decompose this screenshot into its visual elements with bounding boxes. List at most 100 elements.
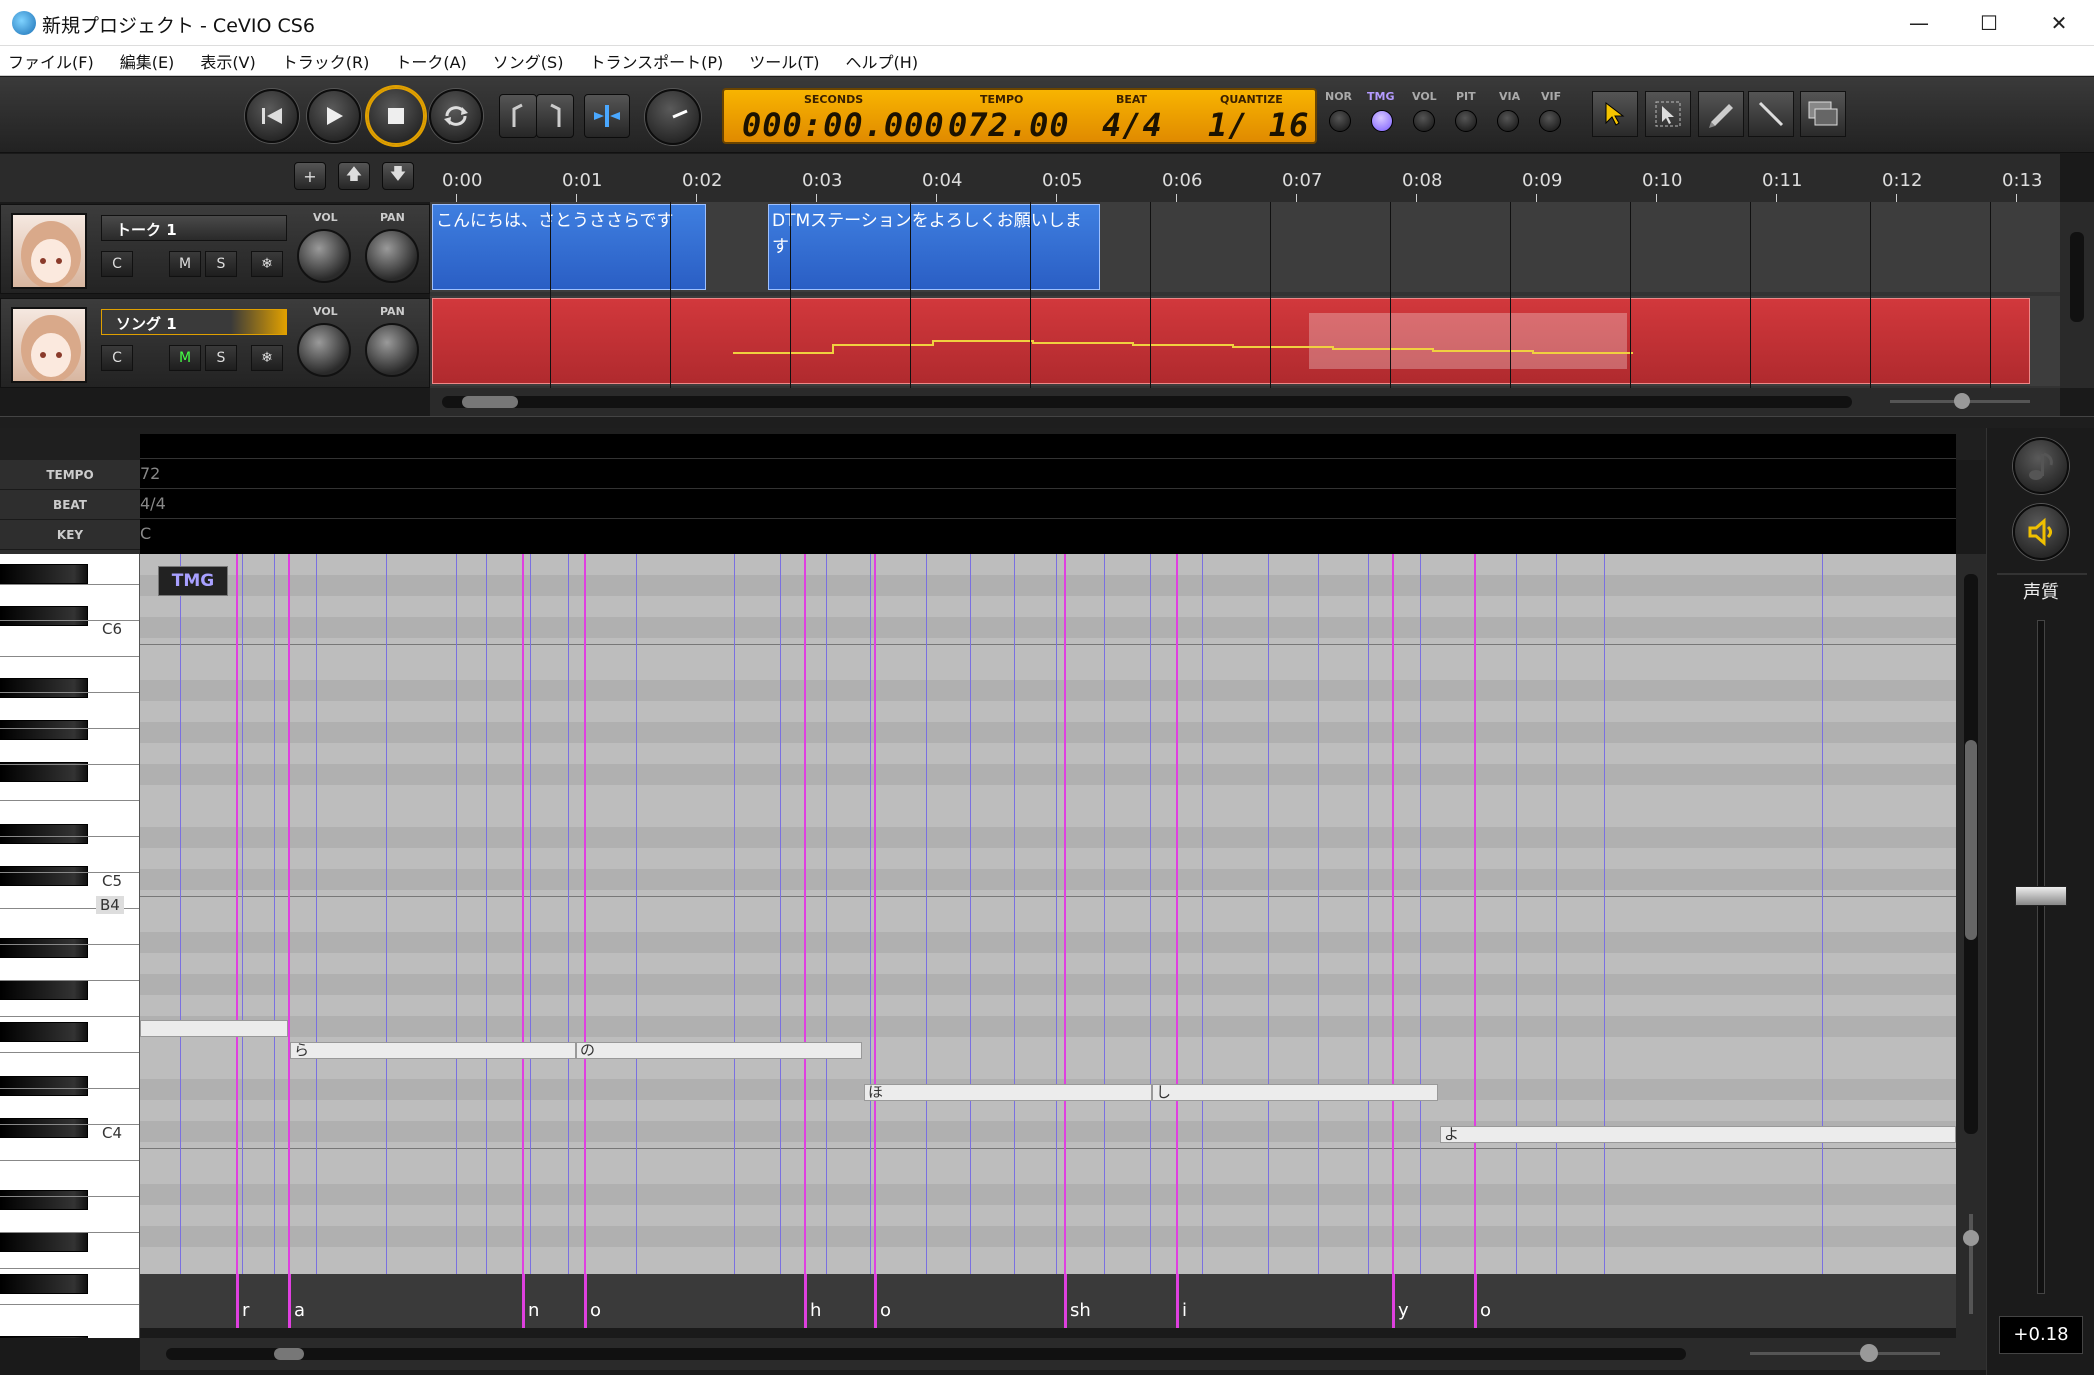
timing-boundary-line[interactable] [236, 554, 238, 1274]
phoneme-boundary[interactable] [1176, 1274, 1179, 1328]
phoneme-boundary[interactable] [522, 1274, 525, 1328]
beat-value[interactable]: 4/4 [1102, 106, 1163, 144]
piano-keyboard[interactable] [0, 554, 140, 1338]
freeze-button[interactable]: ❄ [251, 345, 283, 371]
volume-knob[interactable] [297, 323, 351, 377]
mode-tmg-button[interactable] [1371, 110, 1393, 132]
minimize-button[interactable]: — [1884, 0, 1954, 46]
song-lane[interactable] [430, 296, 2060, 386]
volume-knob[interactable] [297, 229, 351, 283]
loop-end-button[interactable] [536, 94, 574, 138]
phoneme-boundary[interactable] [874, 1274, 877, 1328]
phoneme[interactable]: n [528, 1300, 539, 1321]
timeline-horizontal-scrollbar[interactable] [430, 388, 2060, 416]
loop-start-button[interactable] [499, 94, 537, 138]
master-volume-knob[interactable] [645, 89, 701, 145]
phoneme-boundary[interactable] [1474, 1274, 1477, 1328]
phoneme-boundary[interactable] [236, 1274, 239, 1328]
note[interactable]: ほ [864, 1084, 1152, 1101]
phoneme[interactable]: h [810, 1300, 821, 1321]
loop-button[interactable] [429, 89, 483, 143]
timing-boundary-line[interactable] [1392, 554, 1394, 1274]
piano-black-key[interactable] [0, 606, 88, 626]
piano-black-key[interactable] [0, 938, 88, 958]
note[interactable]: し [1152, 1084, 1438, 1101]
track-vertical-scrollbar[interactable] [2060, 202, 2094, 388]
phoneme[interactable]: o [1480, 1300, 1491, 1321]
phoneme[interactable]: o [880, 1300, 891, 1321]
piano-black-key[interactable] [0, 1118, 88, 1138]
phoneme-boundary[interactable] [1064, 1274, 1067, 1328]
piano-black-key[interactable] [0, 1336, 88, 1338]
close-button[interactable]: ✕ [2024, 0, 2094, 46]
horizontal-zoom-thumb[interactable] [1860, 1344, 1878, 1362]
phoneme-boundary[interactable] [1392, 1274, 1395, 1328]
quantize-value[interactable]: 1/ 16 [1208, 106, 1309, 144]
piano-black-key[interactable] [0, 824, 88, 844]
phoneme-lane[interactable]: r a n o h o sh i y o [140, 1274, 1956, 1328]
range-select-tool-button[interactable] [1645, 91, 1691, 137]
move-track-down-button[interactable]: 🡇 [382, 162, 414, 190]
pan-knob[interactable] [365, 229, 419, 283]
talk-clip[interactable]: DTMステーションをよろしくお願いします [768, 204, 1100, 290]
timing-boundary-line[interactable] [874, 554, 876, 1274]
rewind-button[interactable] [245, 89, 299, 143]
track-name[interactable]: ソング 1 [101, 309, 287, 335]
zoom-slider-thumb[interactable] [1954, 393, 1970, 409]
note[interactable]: よ [1440, 1126, 1956, 1143]
track-c-button[interactable]: C [101, 251, 133, 277]
pencil-tool-button[interactable] [1698, 91, 1744, 137]
timeline-ruler[interactable]: 0:00 0:01 0:02 0:03 0:04 0:05 0:06 0:07 0:08 0:09… [430, 154, 2060, 202]
mode-nor-button[interactable] [1329, 110, 1351, 132]
mute-button[interactable]: M [169, 345, 201, 371]
scroll-thumb[interactable] [274, 1348, 304, 1360]
seconds-value[interactable]: 000:00.000 [742, 106, 945, 144]
track-name[interactable]: トーク 1 [101, 215, 287, 241]
menu-song[interactable]: ソング(S) [493, 49, 564, 73]
track-c-button[interactable]: C [101, 345, 133, 371]
note[interactable] [140, 1020, 288, 1037]
panel-splitter[interactable] [0, 416, 2094, 428]
talk-clip[interactable]: こんにちは、さとうささらです [432, 204, 706, 290]
phoneme[interactable]: a [294, 1300, 305, 1321]
maximize-button[interactable]: ☐ [1954, 0, 2024, 46]
mute-button[interactable]: M [169, 251, 201, 277]
phoneme-boundary[interactable] [288, 1274, 291, 1328]
phoneme[interactable]: y [1398, 1300, 1409, 1321]
note-toggle-button[interactable] [2013, 438, 2069, 494]
track-header-talk1[interactable]: トーク 1 C M S ❄ VOL PAN [0, 204, 430, 294]
note[interactable]: の [576, 1042, 862, 1059]
stop-button[interactable] [367, 87, 425, 145]
piano-roll-horizontal-scrollbar[interactable] [140, 1338, 1986, 1370]
solo-button[interactable]: S [205, 345, 237, 371]
timing-boundary-line[interactable] [584, 554, 586, 1274]
piano-black-key[interactable] [0, 1190, 88, 1210]
piano-black-key[interactable] [0, 866, 88, 886]
select-tool-button[interactable] [1592, 91, 1638, 137]
piano-black-key[interactable] [0, 980, 88, 1000]
piano-black-key[interactable] [0, 1232, 88, 1252]
parameter-slider-thumb[interactable] [2015, 886, 2067, 906]
horizontal-zoom-slider[interactable] [1750, 1352, 1940, 1355]
pan-knob[interactable] [365, 323, 419, 377]
mode-vol-button[interactable] [1413, 110, 1435, 132]
play-button[interactable] [307, 89, 361, 143]
talk-lane[interactable]: こんにちは、さとうささらです DTMステーションをよろしくお願いします [430, 202, 2060, 292]
menu-help[interactable]: ヘルプ(H) [846, 49, 919, 73]
timing-boundary-line[interactable] [288, 554, 290, 1274]
phoneme[interactable]: i [1182, 1300, 1187, 1321]
vertical-zoom-thumb[interactable] [1963, 1230, 1979, 1246]
vertical-zoom-slider[interactable] [1969, 1214, 1973, 1314]
phoneme[interactable]: r [242, 1300, 249, 1321]
menu-talk[interactable]: トーク(A) [395, 49, 466, 73]
menu-track[interactable]: トラック(R) [282, 49, 370, 73]
menu-edit[interactable]: 編集(E) [120, 49, 175, 73]
mode-pit-button[interactable] [1455, 110, 1477, 132]
piano-roll-vertical-scrollbar[interactable] [1956, 554, 1986, 1338]
piano-black-key[interactable] [0, 1022, 88, 1042]
menu-tools[interactable]: ツール(T) [749, 49, 819, 73]
scroll-thumb[interactable] [462, 396, 518, 408]
mode-via-button[interactable] [1497, 110, 1519, 132]
mode-vif-button[interactable] [1539, 110, 1561, 132]
window-tool-button[interactable] [1800, 91, 1846, 137]
